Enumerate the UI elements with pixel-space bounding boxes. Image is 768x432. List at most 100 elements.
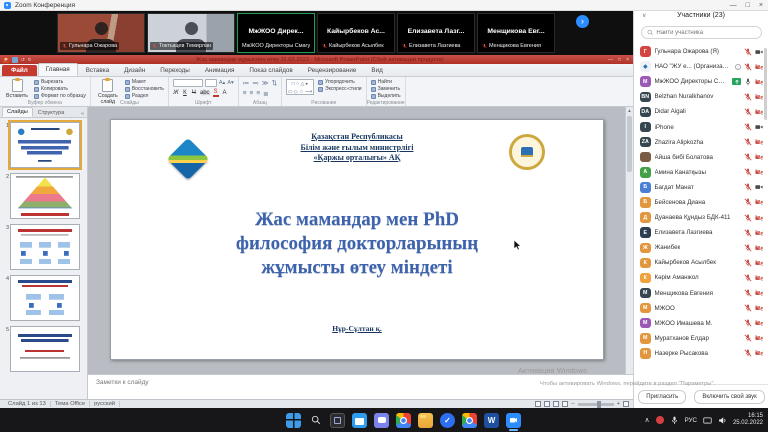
ribbon-small-button[interactable]: Макет (125, 79, 164, 85)
slide-thumbnail[interactable]: 1 (1, 122, 85, 168)
clock[interactable]: 16:15 25.02.2022 (733, 413, 763, 427)
scrollbar-thumb[interactable] (627, 116, 632, 172)
ribbon-tab[interactable]: Дизайн (117, 65, 152, 76)
font-style-button[interactable]: abc (200, 90, 210, 96)
participant-row[interactable]: К Кәрім Аманжол i (634, 270, 768, 285)
slide-thumbnail[interactable]: 5 (1, 326, 85, 372)
taskbar-icon[interactable] (286, 413, 301, 428)
line-spacing-icon[interactable]: ⇅ (272, 79, 277, 87)
close-button[interactable]: × (759, 2, 763, 9)
bullets-icon[interactable]: ≔ (243, 79, 250, 87)
font-style-button[interactable]: К (182, 90, 188, 96)
ribbon-tab[interactable]: Вид (364, 65, 389, 76)
save-icon[interactable] (12, 57, 18, 63)
taskbar-icon[interactable]: ✓ (440, 413, 455, 428)
shrink-font-icon[interactable]: А▾ (227, 80, 233, 86)
redo-icon[interactable]: ↻ (28, 57, 32, 63)
ribbon-small-button[interactable]: Копировать (34, 86, 86, 92)
font-style-button[interactable]: Ч (191, 90, 197, 96)
participant-row[interactable]: ZA Zhazira Alipkozha i (634, 135, 768, 150)
cast-icon[interactable] (703, 416, 712, 425)
participant-row[interactable]: DA Didar Aigali i (634, 104, 768, 119)
slideshow-icon[interactable] (562, 401, 568, 407)
ribbon-tab[interactable]: Рецензирование (301, 65, 364, 76)
participant-row[interactable]: Ж Жанибек i (634, 240, 768, 255)
participant-row[interactable]: М Муратханов Елдар i (634, 331, 768, 346)
justify-icon[interactable]: ≣ (263, 90, 268, 98)
collapse-pane-icon[interactable]: « (81, 111, 87, 117)
video-tile[interactable]: МжЖОО Дирек... МжЖОО Директоры Смагулова… (237, 13, 315, 53)
font-size-select[interactable] (205, 79, 217, 87)
ppt-maximize-button[interactable]: □ (618, 57, 621, 63)
search-input[interactable] (656, 30, 756, 36)
taskbar-icon[interactable]: W (484, 413, 499, 428)
ribbon-small-button[interactable]: Восстановить (125, 86, 164, 92)
ribbon-small-button[interactable]: Найти (371, 79, 401, 85)
participants-scrollbar[interactable] (764, 48, 767, 120)
font-style-button[interactable]: Ж (173, 90, 179, 96)
tray-mic-icon[interactable] (670, 416, 679, 425)
speaker-icon[interactable] (718, 416, 727, 425)
ribbon-small-button[interactable]: Формат по образцу (34, 93, 86, 99)
align-right-icon[interactable]: ≡ (256, 90, 260, 98)
video-tile[interactable]: Токтыщев Темирлан (147, 13, 235, 53)
zoom-out-icon[interactable]: − (571, 401, 574, 407)
taskbar-icon[interactable] (374, 413, 389, 428)
zoom-slider[interactable] (578, 403, 614, 406)
align-left-icon[interactable]: ≡ (243, 90, 247, 98)
recording-indicator-icon[interactable] (656, 416, 664, 424)
participant-row[interactable]: ◆ НАО "ЖУ е... (Организатор) i (634, 59, 768, 74)
minimize-button[interactable]: — (730, 2, 737, 9)
next-videos-button[interactable]: › (576, 15, 589, 28)
align-center-icon[interactable]: ≡ (250, 90, 254, 98)
ribbon-tab[interactable]: Файл (2, 65, 37, 76)
video-tile[interactable]: Гульнара Ожарова (57, 13, 145, 53)
paste-button[interactable]: Вставить (4, 79, 30, 99)
ribbon-small-button[interactable]: Упорядочить (318, 79, 362, 85)
font-style-button[interactable]: S (213, 89, 219, 97)
maximize-button[interactable]: □ (746, 2, 750, 9)
shapes-gallery[interactable]: □ ○ △ ▸▭ ◇ ☆ ⟶ (286, 79, 314, 95)
slide-thumbnail[interactable]: 3 (1, 224, 85, 270)
participant-row[interactable]: BN Belzhan Nuralkhanov i (634, 89, 768, 104)
taskbar-icon[interactable] (396, 413, 411, 428)
ribbon-tab[interactable]: Показ слайдов (242, 65, 299, 76)
tray-overflow-chevron-icon[interactable]: ∧ (644, 416, 649, 424)
participant-row[interactable]: Д Дуанаева Құндыз БДК-411 i (634, 210, 768, 225)
ribbon-small-button[interactable]: Экспресс-стили (318, 86, 362, 92)
slide-sorter-icon[interactable] (544, 401, 550, 407)
scroll-up-icon[interactable]: ▲ (626, 107, 633, 115)
undo-icon[interactable]: ↺ (21, 57, 25, 63)
video-tile[interactable]: Елизавета Лазг... Елизавета Лазгиева (397, 13, 475, 53)
grow-font-icon[interactable]: А▴ (219, 80, 225, 86)
ribbon-tab[interactable]: Анимация (198, 65, 242, 76)
font-style-button[interactable]: А (222, 90, 228, 96)
participant-row[interactable]: А Амина Канатқызы i (634, 165, 768, 180)
numbering-icon[interactable]: ≕ (252, 79, 259, 87)
ribbon-small-button[interactable]: Вырезать (34, 79, 86, 85)
ribbon-tab[interactable]: Главная (38, 63, 78, 76)
participant-row[interactable]: М МжЖОО Директоры Смаг... i (634, 74, 768, 89)
language-indicator[interactable]: русский (90, 401, 120, 407)
taskbar-icon[interactable] (418, 413, 433, 428)
tab-outline[interactable]: Структура (34, 109, 69, 117)
font-name-select[interactable] (173, 79, 203, 87)
normal-view-icon[interactable] (535, 401, 541, 407)
indent-icon[interactable]: ≫ (262, 79, 269, 87)
ppt-minimize-button[interactable]: — (608, 57, 613, 63)
taskbar-icon[interactable] (506, 413, 521, 428)
participant-row[interactable]: I iPhone i (634, 119, 768, 134)
video-tile[interactable]: Кайырбеков Ас... Кайырбеков Асылбек (317, 13, 395, 53)
participant-row[interactable]: Б Багдат Манат i (634, 180, 768, 195)
taskbar-icon[interactable] (462, 413, 477, 428)
slide-thumbnail[interactable]: 2 (1, 173, 85, 219)
participant-row[interactable]: Г Гульнара Ожарова (Я) i (634, 44, 768, 59)
fit-to-window-icon[interactable] (623, 401, 629, 407)
slide[interactable]: Қазақстан РеспубликасыБілім және ғылым м… (110, 119, 604, 360)
participant-row[interactable]: Н Назерке Рысакова i (634, 346, 768, 361)
ribbon-tab[interactable]: Вставка (79, 65, 116, 76)
unmute-button[interactable]: Включить свой звук (694, 390, 765, 404)
language-switcher[interactable]: РУС (685, 417, 697, 424)
participant-row[interactable]: Б Бейсенова Диана i (634, 195, 768, 210)
ribbon-tab[interactable]: Переходы (153, 65, 197, 76)
